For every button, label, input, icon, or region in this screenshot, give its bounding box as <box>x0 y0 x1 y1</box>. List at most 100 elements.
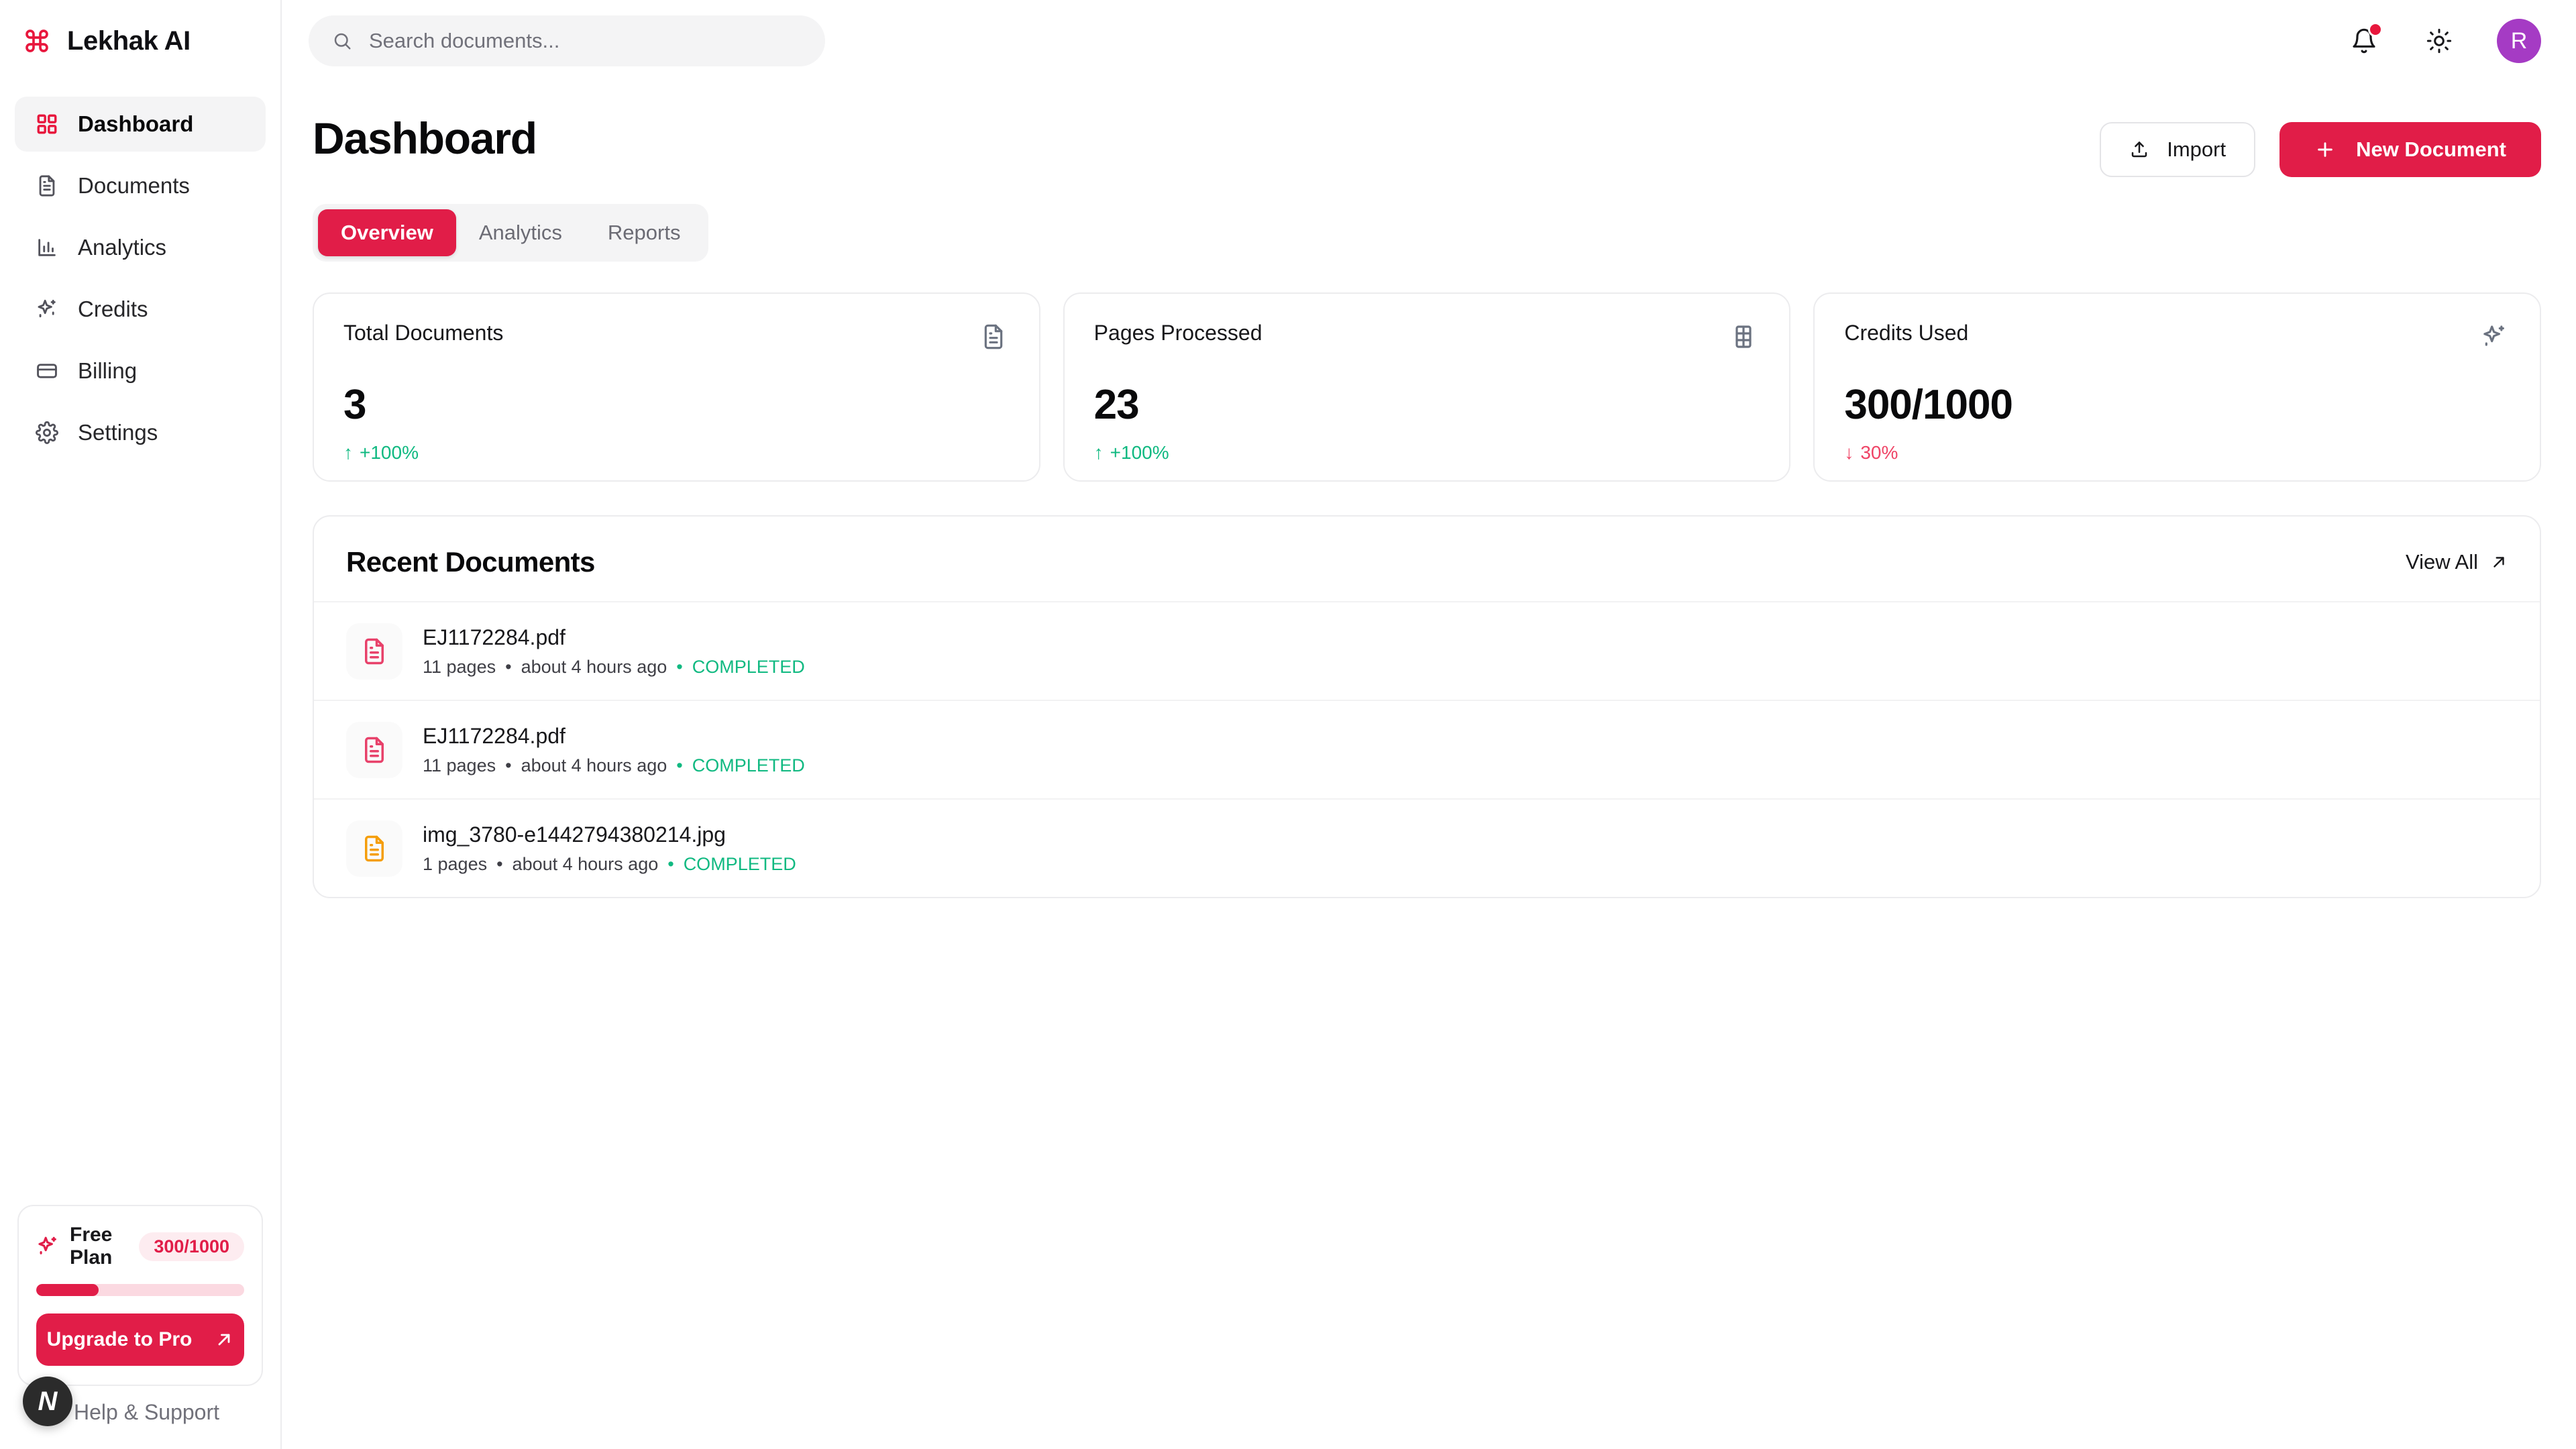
document-thumbnail <box>346 820 402 877</box>
plan-header: Free Plan 300/1000 <box>36 1224 244 1269</box>
import-button[interactable]: Import <box>2100 122 2256 177</box>
trend-value: +100% <box>360 442 419 463</box>
dev-badge-label: N <box>38 1386 58 1416</box>
tab-reports[interactable]: Reports <box>585 209 704 256</box>
command-icon <box>21 25 52 56</box>
upload-icon <box>2129 140 2149 160</box>
trend-arrow-icon: ↑ <box>1093 442 1104 463</box>
theme-toggle-button[interactable] <box>2422 23 2457 58</box>
dev-tools-badge[interactable]: N <box>23 1377 72 1426</box>
main-area: R Dashboard Import <box>282 0 2576 1449</box>
grid-icon <box>34 111 60 138</box>
stat-cards: Total Documents 3 ↑ +100% Pages Processe… <box>313 292 2542 482</box>
sidebar-item-credits[interactable]: Credits <box>15 282 266 337</box>
stat-header: Credits Used <box>1844 321 2510 353</box>
sidebar-item-label: Analytics <box>78 235 167 260</box>
page-actions: Import New Document <box>2100 113 2541 177</box>
recent-documents-panel: Recent Documents View All EJ1172284.pdf … <box>313 515 2541 898</box>
search-input[interactable] <box>369 29 804 53</box>
sidebar-item-label: Billing <box>78 358 138 383</box>
sidebar-item-label: Credits <box>78 297 148 321</box>
document-name: EJ1172284.pdf <box>423 723 566 748</box>
separator-dot: • <box>505 755 512 775</box>
arrow-up-right-icon <box>2490 553 2508 571</box>
trend-arrow-icon: ↑ <box>343 442 353 463</box>
import-label: Import <box>2167 138 2226 161</box>
sidebar-item-dashboard[interactable]: Dashboard <box>15 97 266 152</box>
plan-progress-bar <box>36 1284 244 1296</box>
sidebar-item-analytics[interactable]: Analytics <box>15 220 266 275</box>
sparkles-icon <box>36 1234 59 1259</box>
view-all-label: View All <box>2406 550 2478 574</box>
sidebar-nav: Dashboard Documents Analytics Credits Bi… <box>0 82 280 460</box>
search-icon <box>330 29 354 53</box>
table-row[interactable]: EJ1172284.pdf 11 pages • about 4 hours a… <box>314 601 2540 700</box>
file-text-icon <box>360 637 388 665</box>
gear-icon <box>34 419 60 446</box>
brand[interactable]: Lekhak AI <box>0 0 280 82</box>
sidebar-item-settings[interactable]: Settings <box>15 405 266 460</box>
sparkles-icon <box>2478 321 2510 353</box>
notifications-button[interactable] <box>2347 22 2383 58</box>
search-bar[interactable] <box>309 15 825 66</box>
sidebar: Lekhak AI Dashboard Documents Analytics … <box>0 0 282 1449</box>
new-document-button[interactable]: New Document <box>2279 122 2541 177</box>
tab-group: Overview Analytics Reports <box>313 204 709 262</box>
document-meta: EJ1172284.pdf 11 pages • about 4 hours a… <box>423 625 805 678</box>
document-time: about 4 hours ago <box>512 853 659 874</box>
separator-dot: • <box>505 656 512 677</box>
avatar[interactable]: R <box>2497 19 2541 63</box>
stat-card-credits-used: Credits Used 300/1000 ↓ 30% <box>1813 292 2542 482</box>
sparkles-icon <box>34 296 60 323</box>
table-row[interactable]: img_3780-e1442794380214.jpg 1 pages • ab… <box>314 798 2540 897</box>
view-all-button[interactable]: View All <box>2406 550 2508 574</box>
document-time: about 4 hours ago <box>521 755 667 775</box>
upgrade-to-pro-button[interactable]: Upgrade to Pro <box>36 1313 244 1366</box>
trend-arrow-icon: ↓ <box>1844 442 1854 463</box>
document-meta: EJ1172284.pdf 11 pages • about 4 hours a… <box>423 724 805 776</box>
document-thumbnail <box>346 623 402 680</box>
document-pages: 11 pages <box>423 755 496 775</box>
file-text-icon <box>34 172 60 199</box>
trend-value: +100% <box>1110 442 1169 463</box>
bar-chart-icon <box>34 234 60 261</box>
brand-name: Lekhak AI <box>67 25 191 56</box>
document-thumbnail <box>346 721 402 778</box>
stat-label: Credits Used <box>1844 321 1969 345</box>
sidebar-item-billing[interactable]: Billing <box>15 343 266 398</box>
plus-icon <box>2314 139 2336 160</box>
document-name: img_3780-e1442794380214.jpg <box>423 822 726 847</box>
trend-value: 30% <box>1860 442 1898 463</box>
notification-dot <box>2368 22 2383 37</box>
status-badge: COMPLETED <box>692 656 805 677</box>
avatar-initial: R <box>2510 28 2528 54</box>
upgrade-label: Upgrade to Pro <box>46 1328 193 1350</box>
app-root: Lekhak AI Dashboard Documents Analytics … <box>0 0 2576 1449</box>
stat-trend: ↓ 30% <box>1844 442 2510 464</box>
document-pages: 11 pages <box>423 656 496 677</box>
help-label: Help & Support <box>74 1399 220 1424</box>
file-text-icon <box>360 736 388 764</box>
arrow-up-right-icon <box>215 1330 233 1349</box>
file-text-icon <box>360 835 388 863</box>
document-time: about 4 hours ago <box>521 656 667 677</box>
tab-analytics[interactable]: Analytics <box>456 209 585 256</box>
new-document-label: New Document <box>2356 138 2506 161</box>
status-badge: COMPLETED <box>683 853 796 874</box>
stat-value: 23 <box>1093 382 1140 428</box>
tab-overview[interactable]: Overview <box>318 209 456 256</box>
topbar: R <box>282 0 2576 82</box>
sidebar-item-documents[interactable]: Documents <box>15 158 266 213</box>
plan-progress-fill <box>36 1284 99 1296</box>
document-name: EJ1172284.pdf <box>423 625 566 649</box>
topbar-actions: R <box>2347 19 2541 63</box>
credit-card-icon <box>34 358 60 384</box>
sidebar-item-label: Dashboard <box>78 111 194 136</box>
stat-header: Total Documents <box>343 321 1010 353</box>
document-submeta: 11 pages • about 4 hours ago • COMPLETED <box>423 755 805 776</box>
stat-header: Pages Processed <box>1094 321 1760 353</box>
sidebar-item-label: Settings <box>78 420 158 445</box>
stat-trend: ↑ +100% <box>343 442 1010 464</box>
table-row[interactable]: EJ1172284.pdf 11 pages • about 4 hours a… <box>314 700 2540 798</box>
